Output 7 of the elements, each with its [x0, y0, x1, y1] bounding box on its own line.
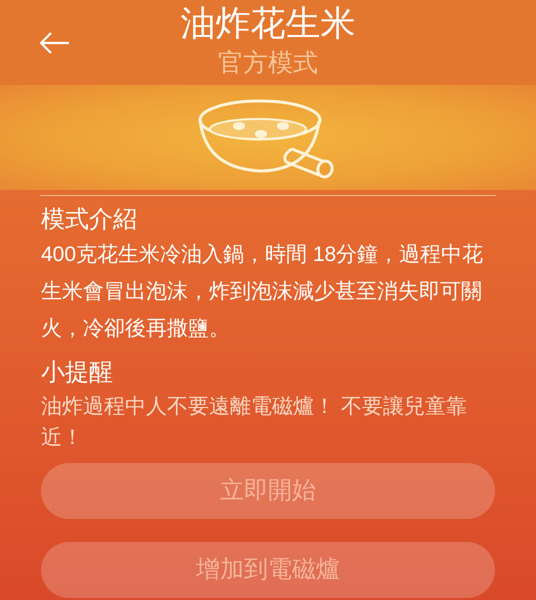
section-text: 400克花生米冷油入鍋，時間 18分鐘，過程中花生米會冒出泡沫，炸到泡沫減少甚至消失即可關火，冷卻後再撒鹽。 — [41, 242, 484, 342]
page-title: 油炸花生米 — [180, 3, 356, 45]
section-text: 油炸過程中人不要遠離電磁爐！ 不要讓兒童靠近！ — [41, 394, 468, 451]
section-heading: 小提醒 — [41, 358, 114, 388]
page-subtitle: 官方模式 — [218, 48, 318, 79]
back-arrow-icon[interactable] — [40, 32, 70, 54]
section-heading: 模式介紹 — [41, 205, 138, 235]
